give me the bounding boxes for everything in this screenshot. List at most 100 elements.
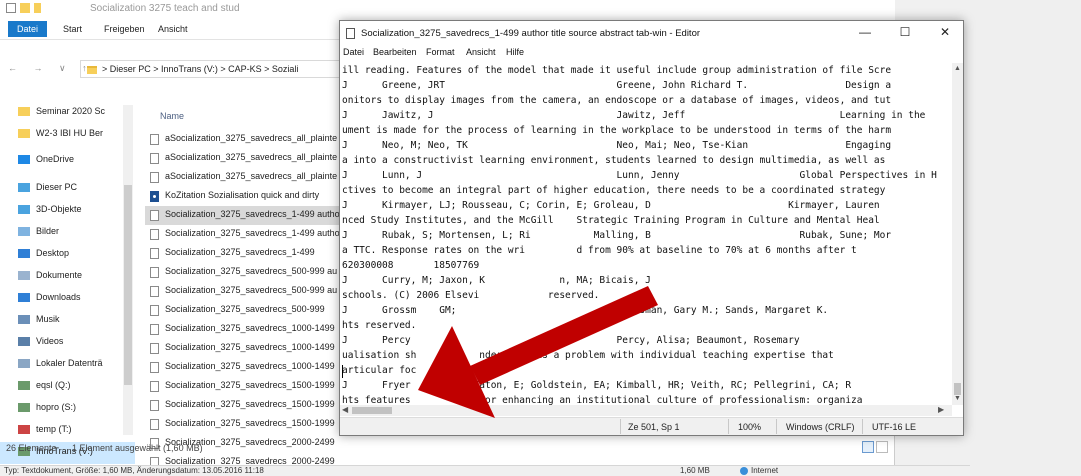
info-bar: Typ: Textdokument, Größe: 1,60 MB, Änder… (0, 465, 970, 476)
line-endings: Windows (CRLF) (786, 422, 855, 432)
text-file-icon (150, 153, 159, 164)
sidebar-item[interactable]: Desktop (0, 244, 135, 266)
sidebar-item[interactable]: Downloads (0, 288, 135, 310)
text-file-icon (150, 267, 159, 278)
text-line: ctives to become an integral part of hig… (342, 185, 886, 196)
zoom-level: 100% (738, 422, 762, 432)
new-folder-icon[interactable] (20, 3, 30, 13)
column-header-name[interactable]: Name (160, 111, 184, 121)
menu-file[interactable]: Datei (343, 47, 364, 57)
vertical-scrollbar[interactable]: ▲ ▼ (952, 63, 963, 405)
text-line: J Greene, JRT Greene, John Richard T. De… (342, 80, 892, 91)
scroll-left-arrow-icon[interactable]: ◀ (342, 405, 348, 414)
sidebar-item-label: Downloads (36, 292, 81, 302)
tab-file[interactable]: Datei (8, 21, 48, 37)
menu-view[interactable]: Ansicht (466, 47, 496, 57)
encoding: UTF-16 LE (872, 422, 917, 432)
sidebar-item[interactable]: temp (T:) (0, 420, 135, 442)
cloud-icon (18, 155, 30, 165)
file-row[interactable]: Socialization_3275_savedrecs_1500-1999 (145, 396, 345, 415)
tab-start[interactable]: Start (55, 22, 90, 36)
sidebar-item[interactable]: Seminar 2020 Sc (0, 102, 135, 124)
folder-icon (18, 107, 30, 117)
text-line: a into a constructivist learning environ… (342, 155, 886, 166)
text-file-icon (150, 286, 159, 297)
nav-pane-scrollbar[interactable] (123, 105, 133, 435)
sidebar-item[interactable]: eqsl (Q:) (0, 376, 135, 398)
text-editor-area[interactable]: ill reading. Features of the model that … (340, 63, 952, 405)
status-divider (776, 419, 777, 434)
sidebar-item[interactable]: OneDrive (0, 150, 135, 172)
sidebar-item[interactable]: 3D-Objekte (0, 200, 135, 222)
notepad-title-bar[interactable]: Socialization_3275_savedrecs_1-499 autho… (340, 21, 963, 46)
file-name: aSocialization_3275_savedrecs_all_plaint… (165, 171, 338, 181)
folder-icon (87, 65, 97, 74)
menu-format[interactable]: Format (426, 47, 455, 57)
sidebar-item-label: hopro (S:) (36, 402, 77, 412)
text-file-icon (150, 343, 159, 354)
sidebar-item-label: temp (T:) (36, 424, 72, 434)
scroll-up-arrow-icon[interactable]: ▲ (954, 65, 961, 72)
close-button[interactable]: ✕ (927, 25, 963, 43)
text-file-icon (150, 400, 159, 411)
file-row[interactable]: aSocialization_3275_savedrecs_all_plaint… (145, 168, 345, 187)
tab-share[interactable]: Freigeben (96, 22, 153, 36)
sidebar-item[interactable]: Musik (0, 310, 135, 332)
videos-icon (18, 337, 30, 347)
text-file-icon (150, 248, 159, 259)
file-row[interactable]: Socialization_3275_savedrecs_500-999 au (145, 263, 345, 282)
breadcrumb: > Dieser PC > InnoTrans (V:) > CAP-KS > … (102, 64, 299, 74)
file-row[interactable]: Socialization_3275_savedrecs_500-999 (145, 301, 345, 320)
music-icon (18, 315, 30, 325)
sidebar-item[interactable]: Bilder (0, 222, 135, 244)
file-row[interactable]: Socialization_3275_savedrecs_1-499 (145, 244, 345, 263)
network-drive-icon (18, 403, 30, 413)
details-view-icon[interactable] (862, 441, 874, 453)
sidebar-item-label: Bilder (36, 226, 60, 236)
vertical-scrollbar-thumb[interactable] (954, 383, 961, 395)
file-row[interactable]: Socialization_3275_savedrecs_1000-1499 (145, 320, 345, 339)
large-icons-view-icon[interactable] (876, 441, 888, 453)
sidebar-item[interactable]: Lokaler Datenträ (0, 354, 135, 376)
file-row[interactable]: Socialization_3275_savedrecs_1000-1499 (145, 358, 345, 377)
address-bar[interactable]: > Dieser PC > InnoTrans (V:) > CAP-KS > … (80, 60, 350, 78)
file-row[interactable]: aSocialization_3275_savedrecs_all_plaint… (145, 149, 345, 168)
text-line: onitors to display images from the camer… (342, 95, 892, 106)
sidebar-item-label: Musik (36, 314, 60, 324)
file-row[interactable]: Socialization_3275_savedrecs_1500-1999 (145, 415, 345, 434)
sidebar-item[interactable]: Dieser PC (0, 178, 135, 200)
file-row[interactable]: KoZitation Sozialisation quick and dirty (145, 187, 345, 206)
scrollbar-thumb[interactable] (124, 185, 132, 385)
maximize-button[interactable]: ☐ (887, 25, 923, 43)
sidebar-item[interactable]: W2-3 IBI HU Ber (0, 124, 135, 146)
sidebar-item[interactable]: Videos (0, 332, 135, 354)
file-row[interactable]: Socialization_3275_savedrecs_1-499 autho (145, 206, 345, 225)
tab-view[interactable]: Ansicht (150, 22, 196, 36)
menu-edit[interactable]: Bearbeiten (373, 47, 417, 57)
scroll-right-arrow-icon[interactable]: ▶ (938, 405, 944, 414)
file-row[interactable]: Socialization_3275_savedrecs_500-999 au (145, 282, 345, 301)
navigation-pane: Seminar 2020 Sc W2-3 IBI HU Ber OneDrive Di… (0, 100, 135, 476)
file-row[interactable]: Socialization_3275_savedrecs_1000-1499 (145, 339, 345, 358)
quick-access-toolbar (6, 3, 41, 13)
drive-icon (18, 359, 30, 369)
menu-help[interactable]: Hilfe (506, 47, 524, 57)
properties-icon[interactable] (6, 3, 16, 13)
3d-objects-icon (18, 205, 30, 215)
folder-icon (18, 129, 30, 139)
file-list: aSocialization_3275_savedrecs_all_plaint… (145, 130, 345, 472)
view-toggle (862, 441, 888, 453)
text-line: 620300008 18507769 (342, 260, 480, 271)
status-divider (862, 419, 863, 434)
horizontal-scrollbar-thumb[interactable] (352, 407, 392, 414)
file-name: Socialization_3275_savedrecs_1-499 autho (165, 209, 340, 219)
minimize-button[interactable]: — (847, 25, 883, 43)
file-name: Socialization_3275_savedrecs_1000-1499 (165, 342, 335, 352)
file-row[interactable]: aSocialization_3275_savedrecs_all_plaint… (145, 130, 345, 149)
scroll-down-arrow-icon[interactable]: ▼ (954, 395, 961, 402)
horizontal-scrollbar[interactable]: ◀ ▶ (340, 405, 952, 416)
sidebar-item[interactable]: hopro (S:) (0, 398, 135, 420)
file-row[interactable]: Socialization_3275_savedrecs_1-499 autho (145, 225, 345, 244)
file-row[interactable]: Socialization_3275_savedrecs_1500-1999 (145, 377, 345, 396)
sidebar-item[interactable]: Dokumente (0, 266, 135, 288)
